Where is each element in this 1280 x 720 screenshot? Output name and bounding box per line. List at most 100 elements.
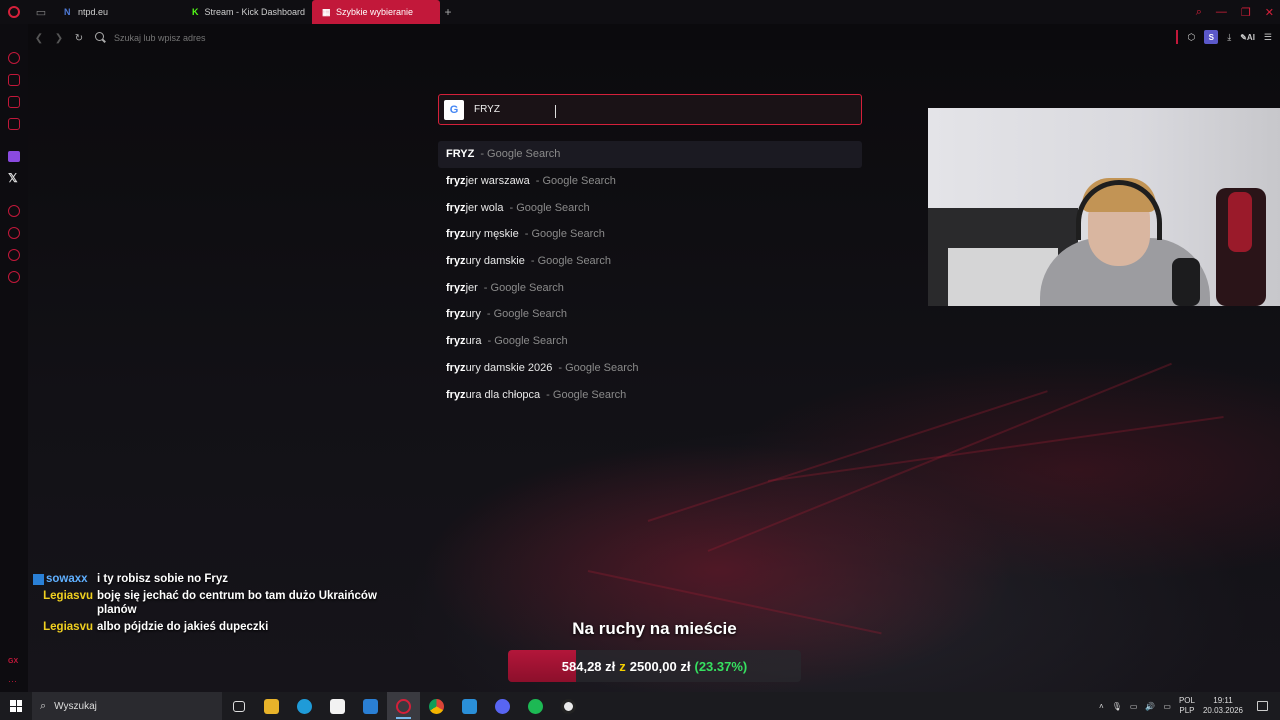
suggestion-item[interactable]: fryzura dla chłopca - Google Search <box>438 381 862 408</box>
store-button[interactable] <box>321 692 354 720</box>
opera-menu-button[interactable] <box>0 0 28 24</box>
reload-button[interactable]: ↻ <box>70 28 88 48</box>
tab-islands-icon[interactable]: ▭ <box>28 0 54 24</box>
window-controls: ⌕ — ❐ ✕ <box>1196 0 1274 24</box>
start-button[interactable] <box>0 692 32 720</box>
chrome-button[interactable] <box>420 692 453 720</box>
chat-message: sowaxx i ty robisz sobie no Fryz <box>33 572 413 586</box>
goal-title: Na ruchy na mieście <box>572 619 737 638</box>
opera-logo-icon <box>8 6 20 18</box>
tab-speed-dial[interactable]: ▦ Szybkie wybieranie <box>312 0 440 24</box>
messenger-icon[interactable] <box>8 249 20 261</box>
maximize-button[interactable]: ❐ <box>1241 6 1251 19</box>
file-explorer-button[interactable] <box>255 692 288 720</box>
task-view-icon <box>232 700 245 712</box>
n-icon: N <box>64 6 71 17</box>
suggestion-item[interactable]: fryzjer - Google Search <box>438 274 862 301</box>
chrome-icon <box>429 698 444 714</box>
language-indicator[interactable]: POL PLP <box>1179 696 1195 716</box>
edge-icon <box>297 698 312 714</box>
tab-title: Stream - Kick Dashboard <box>204 7 306 17</box>
opera-gx-icon <box>396 698 411 714</box>
search-input[interactable] <box>474 104 814 115</box>
goal-target: 2500,00 zł <box>629 658 691 674</box>
forward-button[interactable]: ❯ <box>50 28 68 48</box>
search-suggestions: FRYZ - Google Search fryzjer warszawa - … <box>438 141 862 408</box>
tab-title: ntpd.eu <box>78 7 109 17</box>
spotify-button[interactable] <box>519 692 552 720</box>
tab-bar: ▭ N ntpd.eu K Stream - Kick Dashboard ▦ … <box>0 0 1280 24</box>
back-button[interactable]: ❮ <box>30 28 48 48</box>
search-icon <box>94 31 108 45</box>
gx-control-icon[interactable] <box>8 52 20 64</box>
play-icon[interactable] <box>8 205 20 217</box>
mail-button[interactable] <box>354 692 387 720</box>
close-button[interactable]: ✕ <box>1265 6 1274 19</box>
toolbar-right: ⬡ S ⤓ ✎AI ☰ <box>1176 30 1272 44</box>
discord-icon <box>495 698 510 714</box>
obs-button[interactable] <box>552 692 585 720</box>
address-input[interactable] <box>114 33 614 43</box>
tab-kick-dashboard[interactable]: K Stream - Kick Dashboard <box>182 0 312 24</box>
player-icon[interactable] <box>8 96 20 108</box>
tab-ntpd[interactable]: N ntpd.eu <box>54 0 182 24</box>
news-icon[interactable] <box>8 118 20 130</box>
obs-icon <box>561 698 576 714</box>
easy-setup-menu-icon[interactable]: ☰ <box>1264 32 1272 43</box>
extension-s-button[interactable]: S <box>1204 30 1219 44</box>
spotify-icon <box>528 698 543 714</box>
suggestion-item[interactable]: FRYZ - Google Search <box>438 141 862 168</box>
x-twitter-icon[interactable]: 𝕏 <box>8 171 18 185</box>
taskbar-search-placeholder: Wyszukaj <box>54 700 97 712</box>
edge-button[interactable] <box>288 692 321 720</box>
more-icon[interactable]: ··· <box>8 676 17 686</box>
aria-ai-button[interactable]: ✎AI <box>1240 33 1255 42</box>
chevron-up-icon[interactable]: ˄ <box>1099 702 1104 711</box>
search-tabs-icon[interactable]: ⌕ <box>1196 6 1202 19</box>
chat-text: i ty robisz sobie no Fryz <box>97 573 228 585</box>
suggestion-item[interactable]: fryzury męskie - Google Search <box>438 221 862 248</box>
vscode-button[interactable] <box>453 692 486 720</box>
opera-gx-button[interactable] <box>387 692 420 720</box>
chat-text: boję się jechać do centrum bo tam dużo U… <box>97 590 377 616</box>
gx-corner-icon[interactable] <box>8 74 20 86</box>
twitch-icon[interactable] <box>8 151 20 162</box>
suggestion-item[interactable]: fryzury damskie 2026 - Google Search <box>438 355 862 382</box>
history-icon[interactable] <box>8 227 20 239</box>
windows-taskbar: ⌕ Wyszukaj ˄ 🎙 ▭ 🔊 ▭ POL PLP 19:11 20.03.2… <box>0 692 1280 720</box>
extensions-icon[interactable]: ⬡ <box>1187 32 1195 43</box>
minimize-button[interactable]: — <box>1216 6 1227 18</box>
microphone-icon[interactable]: 🎙 <box>1112 702 1122 711</box>
goal-current: 584,28 zł <box>561 658 616 674</box>
suggestion-item[interactable]: fryzjer wola - Google Search <box>438 194 862 221</box>
network-icon[interactable]: ▭ <box>1130 702 1138 711</box>
speed-dial-search-box[interactable]: G <box>438 94 862 125</box>
battery-icon[interactable]: ▭ <box>1163 702 1171 711</box>
kick-icon: K <box>192 6 199 17</box>
goal-progress-bar: 584,28 zł z 2500,00 zł (23.37%) <box>508 650 801 682</box>
tab-title: Szybkie wybieranie <box>336 7 414 17</box>
address-bar: ❮ ❯ ↻ ⬡ S ⤓ ✎AI ☰ <box>28 26 1280 50</box>
discord-button[interactable] <box>486 692 519 720</box>
volume-icon[interactable]: 🔊 <box>1145 702 1155 711</box>
settings-icon[interactable] <box>8 271 20 283</box>
store-icon <box>330 698 345 714</box>
chat-message: Legiasvu boję się jechać do centrum bo t… <box>33 589 413 617</box>
text-cursor <box>555 105 556 118</box>
new-tab-button[interactable]: + <box>440 4 456 20</box>
sidebar: 𝕏 GX ··· <box>0 24 28 692</box>
google-icon[interactable]: G <box>444 99 464 120</box>
task-view-button[interactable] <box>222 692 255 720</box>
gx-label: GX <box>8 658 19 665</box>
suggestion-item[interactable]: fryzury damskie - Google Search <box>438 248 862 275</box>
chat-username: Legiasvu <box>43 621 93 633</box>
download-icon[interactable]: ⤓ <box>1227 32 1231 43</box>
clock[interactable]: 19:11 20.03.2026 <box>1203 696 1243 716</box>
chat-username: Legiasvu <box>43 590 93 602</box>
taskbar-search[interactable]: ⌕ Wyszukaj <box>32 692 222 720</box>
suggestion-item[interactable]: fryzura - Google Search <box>438 328 862 355</box>
suggestion-item[interactable]: fryzjer warszawa - Google Search <box>438 168 862 195</box>
folder-icon <box>264 698 279 714</box>
notification-icon[interactable] <box>1257 701 1268 711</box>
suggestion-item[interactable]: fryzury - Google Search <box>438 301 862 328</box>
